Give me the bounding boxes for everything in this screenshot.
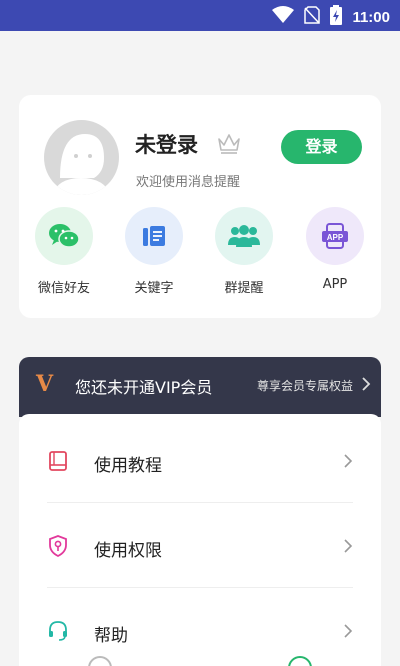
- crown-icon: [216, 131, 242, 159]
- quick-action-group[interactable]: 群提醒: [204, 207, 284, 296]
- login-button[interactable]: 登录: [281, 130, 362, 164]
- shield-key-icon: [47, 535, 69, 558]
- group-icon: [215, 207, 273, 265]
- chevron-right-icon: [343, 453, 353, 473]
- settings-menu: 使用教程 使用权限 帮助: [19, 414, 381, 666]
- user-subtitle: 欢迎使用消息提醒: [136, 175, 241, 190]
- quick-action-keyword[interactable]: 关键字: [114, 207, 194, 296]
- vip-title: 您还未开通VIP会员: [75, 378, 213, 397]
- user-name: 未登录: [135, 133, 198, 157]
- vip-banner[interactable]: V 您还未开通VIP会员 尊享会员专属权益: [19, 357, 381, 417]
- headset-icon: [47, 620, 69, 642]
- chevron-right-icon: [343, 538, 353, 558]
- quick-action-label: APP: [322, 277, 348, 292]
- quick-action-wechat[interactable]: 微信好友: [24, 207, 104, 296]
- menu-item-label: 使用教程: [94, 456, 162, 476]
- quick-action-app[interactable]: APP APP: [295, 207, 375, 292]
- vip-benefits-link[interactable]: 尊享会员专属权益: [257, 377, 353, 394]
- no-sim-icon: [304, 6, 321, 28]
- chevron-right-icon: [343, 623, 353, 643]
- svg-text:APP: APP: [327, 233, 344, 242]
- menu-item-permissions[interactable]: 使用权限: [19, 503, 381, 588]
- status-bar: 11:00: [0, 0, 400, 31]
- quick-action-label: 关键字: [134, 281, 174, 296]
- clock: 11:00: [352, 8, 390, 26]
- menu-item-tutorial[interactable]: 使用教程: [19, 418, 381, 503]
- menu-item-label: 使用权限: [94, 541, 162, 561]
- app-icon: APP: [306, 207, 364, 265]
- status-icons: 11:00: [272, 5, 390, 29]
- keyword-icon: [125, 207, 183, 265]
- avatar[interactable]: [44, 120, 119, 195]
- menu-item-help[interactable]: 帮助: [19, 588, 381, 666]
- quick-action-label: 微信好友: [37, 281, 90, 296]
- vip-badge: V: [36, 371, 54, 397]
- battery-charging-icon: [330, 5, 343, 29]
- chevron-right-icon: [361, 376, 371, 396]
- wechat-icon: [35, 207, 93, 265]
- book-icon: [47, 450, 69, 472]
- wifi-icon: [272, 6, 295, 28]
- quick-action-label: 群提醒: [224, 281, 264, 296]
- user-card: 未登录 欢迎使用消息提醒 登录 微信好友 关键字 群提醒 APP APP: [19, 95, 381, 318]
- menu-item-label: 帮助: [94, 626, 128, 646]
